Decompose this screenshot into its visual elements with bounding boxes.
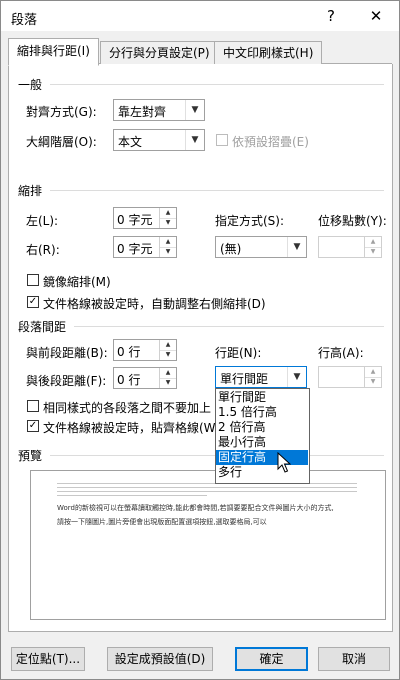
outline-level-label: 大綱階層(O): — [26, 135, 97, 149]
mirror-indents-checkbox[interactable] — [27, 274, 39, 286]
preview-previous-paragraph — [57, 491, 357, 492]
mouse-pointer-icon — [277, 452, 291, 473]
set-as-default-button[interactable]: 設定成預設值(D) — [107, 647, 213, 671]
snap-to-grid-label: 文件格線被設定時，貼齊格線(W — [43, 421, 216, 435]
title-bar: 段落 ? ✕ — [1, 1, 399, 31]
tabs-button[interactable]: 定位點(T)... — [11, 647, 85, 671]
section-divider — [74, 326, 384, 327]
chevron-down-icon: ▼ — [287, 237, 306, 257]
preview-previous-paragraph — [57, 487, 357, 488]
preview-pane: Word的新檢視可以在螢幕讀取觸控時,能此都會時間,若調要要配合文件與圖片大小的… — [30, 470, 386, 620]
section-spacing-title: 段落間距 — [18, 320, 67, 334]
spacing-before-label: 與前段距離(B): — [26, 346, 108, 360]
outline-level-value: 本文 — [118, 135, 143, 149]
special-indent-value: (無) — [220, 242, 242, 256]
no-space-same-style-label: 相同樣式的各段落之間不要加上 — [43, 401, 212, 415]
spacing-after-label: 與後段距離(F): — [26, 374, 107, 388]
section-divider — [50, 190, 384, 191]
chevron-down-icon: ▼ — [185, 130, 204, 150]
snap-to-grid-checkbox[interactable]: ✓ — [27, 420, 39, 432]
preview-previous-paragraph — [57, 495, 207, 496]
spin-down-icon[interactable]: ▼ — [160, 350, 176, 360]
indent-by-label: 位移點數(Y): — [318, 214, 387, 228]
help-button[interactable]: ? — [313, 3, 349, 29]
auto-adjust-indent-checkbox[interactable]: ✓ — [27, 296, 39, 308]
indent-right-label: 右(R): — [26, 243, 60, 257]
tab-line-page-breaks[interactable]: 分行與分頁設定(P) — [100, 41, 219, 64]
section-divider — [50, 84, 384, 85]
no-space-same-style-checkbox[interactable] — [27, 400, 39, 412]
indent-by-stepper[interactable]: ▲ ▼ — [318, 236, 382, 258]
auto-adjust-indent-label: 文件格線被設定時，自動調整右側縮排(D) — [43, 297, 266, 311]
spin-down-icon[interactable]: ▼ — [365, 377, 381, 387]
line-spacing-option-at-least[interactable]: 最小行高 — [216, 435, 308, 450]
section-preview-title: 預覽 — [18, 449, 43, 463]
stepper-buttons: ▲ ▼ — [159, 208, 176, 228]
collapsed-checkbox[interactable] — [216, 134, 228, 146]
spacing-before-stepper[interactable]: 0 行 ▲ ▼ — [113, 339, 177, 361]
line-spacing-option-single[interactable]: 單行間距 — [216, 390, 308, 405]
stepper-buttons: ▲ ▼ — [364, 237, 381, 257]
indent-right-value: 0 字元 — [117, 242, 153, 256]
section-general-title: 一般 — [18, 78, 43, 92]
close-icon: ✕ — [369, 7, 383, 25]
alignment-select[interactable]: 靠左對齊 ▼ — [113, 99, 205, 121]
line-spacing-select[interactable]: 單行間距 ▼ — [215, 366, 307, 388]
preview-sample-text: 請按一下隨圖片,圖片旁便會出現版面配置選項按鈕,選取要格局,可以 — [57, 518, 267, 526]
alignment-label: 對齊方式(G): — [26, 105, 97, 119]
indent-left-value: 0 字元 — [117, 213, 153, 227]
line-spacing-label: 行距(N): — [215, 346, 262, 360]
special-indent-label: 指定方式(S): — [215, 214, 285, 228]
line-spacing-option-1-5[interactable]: 1.5 倍行高 — [216, 405, 308, 420]
tab-asian-typography[interactable]: 中文印刷樣式(H) — [214, 41, 323, 64]
indent-left-label: 左(L): — [26, 214, 59, 228]
spacing-after-stepper[interactable]: 0 行 ▲ ▼ — [113, 367, 177, 389]
stepper-buttons: ▲ ▼ — [159, 340, 176, 360]
indent-right-stepper[interactable]: 0 字元 ▲ ▼ — [113, 236, 177, 258]
line-spacing-value: 單行間距 — [220, 372, 269, 386]
ok-button[interactable]: 確定 — [235, 647, 308, 671]
spacing-before-value: 0 行 — [117, 345, 141, 359]
stepper-buttons: ▲ ▼ — [159, 368, 176, 388]
line-at-label: 行高(A): — [318, 346, 364, 360]
section-indent-title: 縮排 — [18, 184, 43, 198]
collapsed-label: 依預設摺疊(E) — [232, 135, 309, 149]
special-indent-select[interactable]: (無) ▼ — [215, 236, 307, 258]
stepper-buttons: ▲ ▼ — [364, 367, 381, 387]
spacing-after-value: 0 行 — [117, 373, 141, 387]
alignment-value: 靠左對齊 — [118, 105, 167, 119]
dialog-title: 段落 — [11, 13, 38, 28]
stepper-buttons: ▲ ▼ — [159, 237, 176, 257]
line-spacing-option-exactly[interactable]: 固定行高 — [216, 450, 308, 465]
spin-down-icon[interactable]: ▼ — [365, 247, 381, 257]
check-icon: ✓ — [28, 296, 38, 307]
chevron-down-icon: ▼ — [185, 100, 204, 120]
spin-down-icon[interactable]: ▼ — [160, 378, 176, 388]
check-icon: ✓ — [28, 420, 38, 431]
cancel-button[interactable]: 取消 — [318, 647, 390, 671]
close-button[interactable]: ✕ — [358, 3, 394, 29]
spin-down-icon[interactable]: ▼ — [160, 247, 176, 257]
preview-sample-text: Word的新檢視可以在螢幕讀取觸控時,能此都會時間,若調要要配合文件與圖片大小的… — [57, 504, 334, 512]
outline-level-select[interactable]: 本文 ▼ — [113, 129, 205, 151]
line-at-stepper[interactable]: ▲ ▼ — [318, 366, 382, 388]
chevron-down-icon: ▼ — [287, 367, 306, 387]
line-spacing-option-multiple[interactable]: 多行 — [216, 465, 308, 480]
line-spacing-option-double[interactable]: 2 倍行高 — [216, 420, 308, 435]
tab-indents-spacing[interactable]: 縮排與行距(I) — [8, 38, 99, 66]
preview-previous-paragraph — [57, 483, 357, 484]
mirror-indents-label: 鏡像縮排(M) — [43, 275, 111, 289]
indent-left-stepper[interactable]: 0 字元 ▲ ▼ — [113, 207, 177, 229]
line-spacing-dropdown: 單行間距 1.5 倍行高 2 倍行高 最小行高 固定行高 多行 — [215, 388, 310, 484]
spin-down-icon[interactable]: ▼ — [160, 218, 176, 228]
